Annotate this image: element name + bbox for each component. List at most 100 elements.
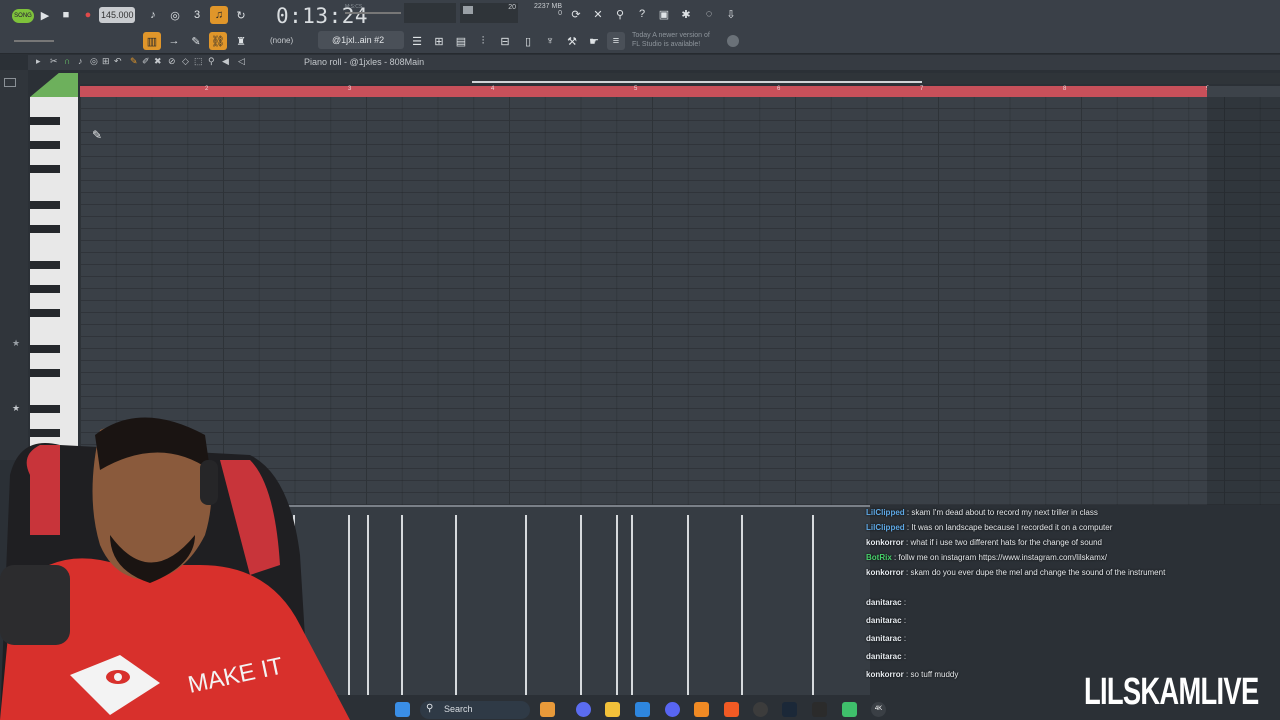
velocity-stem[interactable] [741, 515, 743, 695]
bar-number: 5 [634, 86, 638, 92]
channel-rack-icon[interactable]: ▤ [452, 32, 470, 50]
chat-icon[interactable]: ◌ [700, 5, 718, 23]
stamp-icon[interactable]: ♜ [232, 32, 250, 50]
netflix-icon[interactable] [812, 702, 827, 717]
discord-icon[interactable] [665, 702, 680, 717]
next-pattern-icon[interactable]: → [165, 32, 183, 50]
select-tool-icon[interactable]: ⬚ [194, 56, 203, 67]
tools-icon[interactable]: ⚒ [563, 32, 581, 50]
snap-magnet-icon[interactable]: ∩ [64, 56, 70, 66]
playback-tool-icon[interactable]: ◀ [222, 56, 229, 67]
download-icon[interactable]: ⇩ [722, 5, 740, 23]
save-icon[interactable]: ▣ [655, 5, 673, 23]
browser-icon[interactable]: ⊟ [496, 32, 514, 50]
black-key[interactable] [30, 345, 60, 353]
bar-ruler-end[interactable] [1207, 86, 1280, 97]
layers-app-icon[interactable] [842, 702, 857, 717]
mute-tool-icon[interactable]: ⊘ [168, 56, 176, 67]
paint-tool-icon[interactable]: ✐ [142, 56, 150, 67]
slice-tool-icon[interactable]: ◇ [182, 56, 189, 67]
taskbar-search-box[interactable]: Search [420, 701, 530, 719]
black-key[interactable] [30, 309, 60, 317]
velocity-stem[interactable] [616, 515, 618, 695]
timeline-scrollbar[interactable] [80, 73, 1280, 84]
velocity-stem[interactable] [812, 515, 814, 695]
bar-ruler[interactable]: 23456789 [80, 86, 1209, 97]
link-icon[interactable]: ⛓ [209, 32, 227, 50]
windows-start-icon[interactable] [395, 702, 410, 717]
master-volume-slider[interactable] [14, 40, 54, 42]
velocity-stem[interactable] [687, 515, 689, 695]
master-pitch-slider[interactable] [345, 12, 401, 14]
black-key[interactable] [30, 405, 60, 413]
black-key[interactable] [30, 201, 60, 209]
playback-start-marker[interactable] [30, 73, 78, 97]
black-key[interactable] [30, 165, 60, 173]
velocity-stem[interactable] [580, 515, 582, 695]
news-close-icon[interactable] [727, 35, 739, 47]
snap-button[interactable]: ▥ [143, 32, 161, 50]
mixer-icon[interactable]: ✕ [589, 5, 607, 23]
playlist-icon[interactable]: ☰ [408, 32, 426, 50]
file-explorer-icon[interactable] [605, 702, 620, 717]
countdown-button[interactable]: 3 [188, 6, 206, 24]
black-key[interactable] [30, 117, 60, 125]
copilot-icon[interactable] [576, 702, 591, 717]
fl-studio-icon[interactable] [694, 702, 709, 717]
mixer-view-icon[interactable]: ⫶ [474, 32, 492, 50]
steam-icon[interactable] [782, 702, 797, 717]
undo-icon[interactable]: ↶ [114, 56, 122, 67]
stamp-tool-icon[interactable]: ⊞ [102, 56, 110, 67]
note-icon[interactable]: ♪ [78, 56, 83, 66]
velocity-stem[interactable] [367, 515, 369, 695]
metronome-button[interactable]: ♪ [144, 6, 162, 24]
folder-icon[interactable] [4, 78, 16, 87]
plugin-picker-icon[interactable]: ✱ [677, 5, 695, 23]
stop-button[interactable]: ■ [57, 6, 75, 24]
tempo-display[interactable]: 145.000 [99, 7, 135, 23]
velocity-stem[interactable] [631, 515, 633, 695]
speaker-icon[interactable]: ◁ [238, 56, 245, 67]
velocity-stem[interactable] [455, 515, 457, 695]
target-icon[interactable]: ◎ [90, 56, 98, 67]
piano-roll-icon[interactable]: ⊞ [430, 32, 448, 50]
undo-history-icon[interactable]: ⟳ [567, 5, 585, 23]
chat-username: danitarac [866, 634, 902, 643]
delete-tool-icon[interactable]: ✖ [154, 56, 162, 67]
play-button[interactable]: ▶ [36, 6, 54, 24]
news-panel-icon[interactable]: ≡ [607, 32, 625, 50]
star-icon[interactable]: ★ [12, 403, 20, 414]
help-icon[interactable]: ? [633, 5, 651, 23]
magnet-icon[interactable]: ✂ [50, 56, 58, 67]
4k-app-icon[interactable]: 4K [871, 702, 886, 717]
zoom-tool-icon[interactable]: ⚲ [208, 56, 215, 67]
news-panel[interactable]: Today A newer version of FL Studio is av… [632, 31, 732, 49]
menu-arrow-icon[interactable]: ▸ [36, 56, 41, 67]
brave-icon[interactable] [724, 702, 739, 717]
store-icon[interactable] [635, 702, 650, 717]
song-mode-toggle[interactable]: SONG [12, 9, 34, 23]
black-key[interactable] [30, 261, 60, 269]
loop-record-button[interactable]: ↻ [232, 6, 250, 24]
obs-icon[interactable] [753, 702, 768, 717]
black-key[interactable] [30, 369, 60, 377]
blend-notes-button[interactable]: ♫ [210, 6, 228, 24]
file-icon[interactable]: ▯ [519, 32, 537, 50]
pencil-tool-icon[interactable]: ✎ [130, 56, 138, 67]
touch-controller-icon[interactable]: ☛ [585, 32, 603, 50]
piano-keyboard[interactable]: A6 A5 A4 [30, 97, 78, 460]
black-key[interactable] [30, 225, 60, 233]
record-button[interactable]: ● [79, 6, 97, 24]
black-key[interactable] [30, 141, 60, 149]
velocity-stem[interactable] [401, 515, 403, 695]
star-icon[interactable]: ★ [12, 338, 20, 349]
game-app-icon[interactable] [540, 702, 555, 717]
black-key[interactable] [30, 285, 60, 293]
pattern-none-select[interactable]: (none) [258, 33, 304, 49]
microphone-icon[interactable]: ⚲ [611, 5, 629, 23]
plugin-icon[interactable]: ♆ [541, 32, 559, 50]
draw-icon[interactable]: ✎ [187, 32, 205, 50]
wait-button[interactable]: ◎ [166, 6, 184, 24]
pattern-select[interactable]: @1jxl..ain #2 [318, 31, 404, 49]
velocity-stem[interactable] [525, 515, 527, 695]
